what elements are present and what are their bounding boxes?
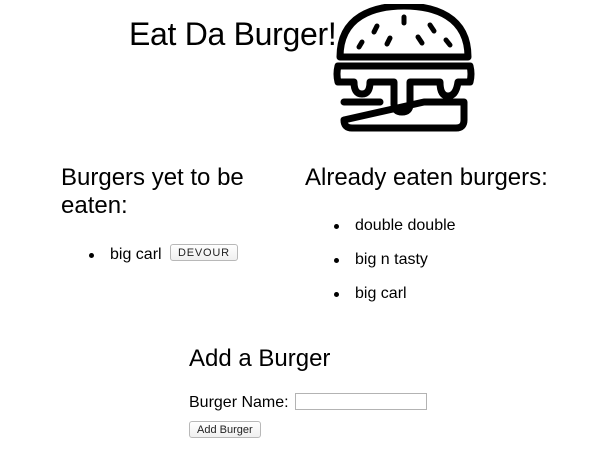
list-item: big n tasty bbox=[334, 243, 456, 277]
add-burger-heading: Add a Burger bbox=[189, 345, 331, 372]
eaten-list: double double big n tasty big carl bbox=[334, 209, 456, 311]
list-item: big carl bbox=[334, 277, 456, 311]
add-burger-button[interactable]: Add Burger bbox=[189, 421, 261, 438]
list-item: big carl DEVOUR bbox=[89, 238, 238, 272]
sesame-seeds-icon bbox=[356, 14, 453, 50]
burger-name-row: Burger Name: bbox=[189, 393, 428, 413]
devour-button[interactable]: DEVOUR bbox=[170, 244, 238, 262]
burger-name: big n tasty bbox=[355, 251, 428, 268]
burger-name: double double bbox=[355, 217, 456, 234]
burger-icon bbox=[333, 4, 475, 132]
page: Eat Da Burger! Burgers yet to be eaten: … bbox=[0, 0, 600, 455]
burger-name: big carl bbox=[355, 285, 407, 302]
burger-name-input[interactable] bbox=[295, 393, 428, 411]
burger-name-label: Burger Name: bbox=[189, 394, 289, 411]
eaten-heading: Already eaten burgers: bbox=[305, 164, 548, 191]
burger-name: big carl bbox=[110, 246, 162, 263]
list-item: double double bbox=[334, 209, 456, 243]
uneaten-heading: Burgers yet to be eaten: bbox=[61, 164, 244, 219]
site-title: Eat Da Burger! bbox=[129, 16, 337, 52]
uneaten-list: big carl DEVOUR bbox=[89, 238, 238, 272]
